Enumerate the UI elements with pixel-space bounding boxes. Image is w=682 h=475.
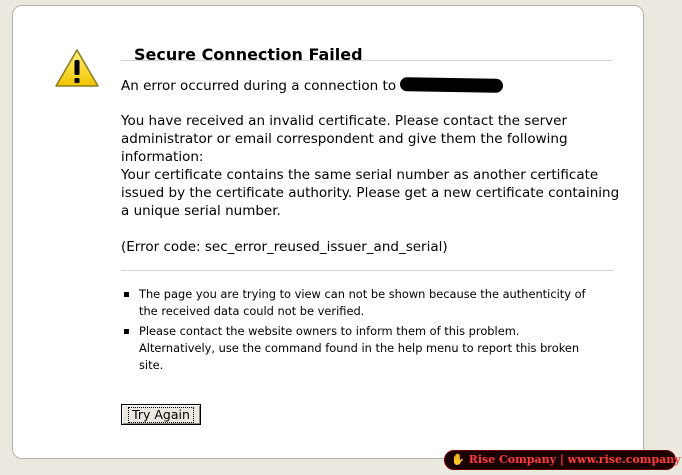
- title-divider: [121, 60, 613, 61]
- error-code: (Error code: sec_error_reused_issuer_and…: [121, 239, 448, 255]
- redacted-hostname: [400, 77, 504, 93]
- try-again-button[interactable]: Try Again: [121, 404, 201, 425]
- serial-number-paragraph: Your certificate contains the same seria…: [121, 166, 621, 220]
- error-page: Secure Connection Failed: [12, 5, 644, 459]
- list-item: Please contact the website owners to inf…: [123, 323, 593, 374]
- page-title: Secure Connection Failed: [134, 45, 363, 64]
- section-divider: [121, 270, 613, 271]
- hand-icon: ✋: [451, 453, 465, 466]
- warning-triangle-icon: [55, 49, 99, 87]
- watermark-text: Rise Company | www.rise.company: [468, 453, 681, 466]
- watermark: ✋ Rise Company | www.rise.company: [444, 450, 681, 470]
- connection-error-text: An error occurred during a connection to: [121, 78, 397, 94]
- connection-error-line: An error occurred during a connection to: [121, 77, 621, 95]
- serial-number-text: Your certificate contains the same seria…: [121, 167, 620, 219]
- invalid-certificate-text: You have received an invalid certificate…: [121, 113, 568, 165]
- advice-list: The page you are trying to view can not …: [123, 286, 593, 377]
- invalid-certificate-paragraph: You have received an invalid certificate…: [121, 112, 621, 166]
- list-item: The page you are trying to view can not …: [123, 286, 593, 320]
- try-again-label: Try Again: [128, 407, 194, 423]
